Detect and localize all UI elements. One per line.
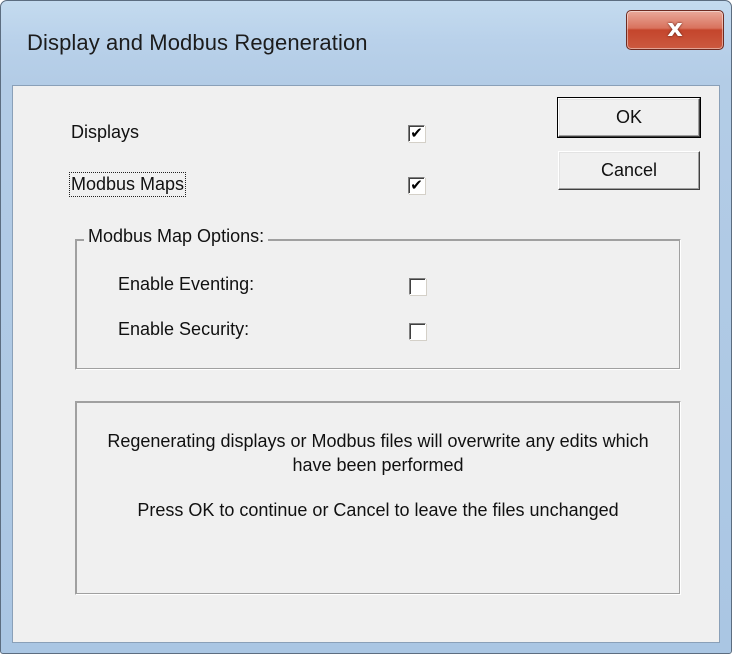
- instruction-text: Press OK to continue or Cancel to leave …: [137, 500, 619, 520]
- enable-eventing-checkbox[interactable]: [409, 278, 426, 295]
- enable-eventing-label: Enable Eventing:: [118, 274, 255, 294]
- dialog-window: Display and Modbus Regeneration x Displa…: [0, 0, 732, 654]
- title-bar[interactable]: Display and Modbus Regeneration x: [1, 1, 731, 85]
- modbus-map-options-group: Modbus Map Options: Enable Eventing: Ena…: [75, 226, 681, 370]
- cancel-button[interactable]: Cancel: [558, 151, 700, 190]
- close-button[interactable]: x: [626, 10, 724, 50]
- enable-security-label: Enable Security:: [118, 319, 250, 339]
- dialog-client-area: Displays ✔ Modbus Maps ✔ OK Cancel Modbu…: [12, 85, 720, 643]
- warning-text: Regenerating displays or Modbus files wi…: [107, 431, 649, 475]
- displays-checkbox[interactable]: ✔: [408, 124, 425, 142]
- modbus-maps-checkbox[interactable]: ✔: [408, 176, 425, 194]
- enable-security-checkbox[interactable]: [409, 323, 426, 340]
- close-icon: x: [667, 14, 683, 42]
- checkmark-icon: ✔: [410, 176, 423, 194]
- displays-label: Displays: [71, 122, 140, 142]
- warning-message-box: Regenerating displays or Modbus files wi…: [75, 401, 681, 595]
- window-title: Display and Modbus Regeneration: [27, 30, 368, 55]
- ok-button[interactable]: OK: [557, 97, 701, 138]
- modbus-maps-label: Modbus Maps: [68, 172, 187, 197]
- group-title: Modbus Map Options:: [84, 226, 269, 247]
- checkmark-icon: ✔: [410, 124, 423, 142]
